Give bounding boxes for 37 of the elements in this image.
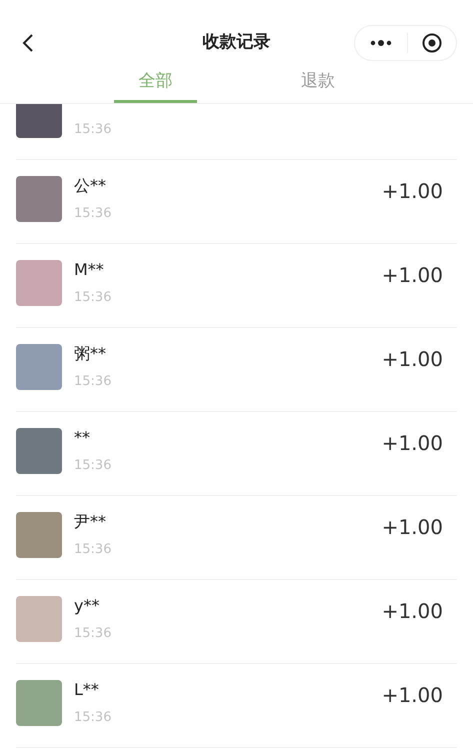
payment-time: 15:36 [74,205,112,223]
payer-name: L** [74,680,100,700]
payer-name: 尹** [74,512,107,532]
payment-time: 15:36 [74,457,112,475]
avatar-photo-placeholder [16,260,62,306]
avatar-photo-placeholder [16,596,62,642]
tab[interactable]: 全部 [114,66,196,103]
avatar-photo-placeholder [16,512,62,558]
close-button[interactable] [420,31,444,55]
more-icon [370,40,392,46]
payer-name: 公** [74,176,107,196]
payment-amount: +1.00 [382,178,443,205]
target-icon [422,33,442,53]
payment-amount: +1.00 [382,262,443,289]
payer-name: 粥** [74,344,107,364]
avatar-photo-placeholder [16,176,62,222]
avatar-photo-placeholder [16,344,62,390]
page-title: 收款记录 [202,31,270,54]
back-icon [22,33,34,53]
payment-amount: +1.00 [382,430,443,457]
payment-time: 15:36 [74,541,112,559]
tab[interactable]: 退款 [276,66,359,103]
payment-time: 15:36 [74,373,112,391]
avatar-photo-placeholder [16,104,62,138]
payment-time: 15:36 [74,709,112,727]
payment-amount: +1.00 [382,598,443,625]
avatar-photo-placeholder [16,428,62,474]
payment-time: 15:36 [74,289,112,307]
payment-amount: +1.00 [382,346,443,373]
payment-amount: +1.00 [382,682,443,709]
payment-time: 15:36 [74,121,112,139]
avatar-photo-placeholder [16,680,62,726]
payer-name: y** [74,596,100,616]
payment-amount: +1.00 [382,514,443,541]
payer-name: M** [74,260,105,280]
payment-time: 15:36 [74,625,112,643]
payer-name: ** [74,428,91,448]
